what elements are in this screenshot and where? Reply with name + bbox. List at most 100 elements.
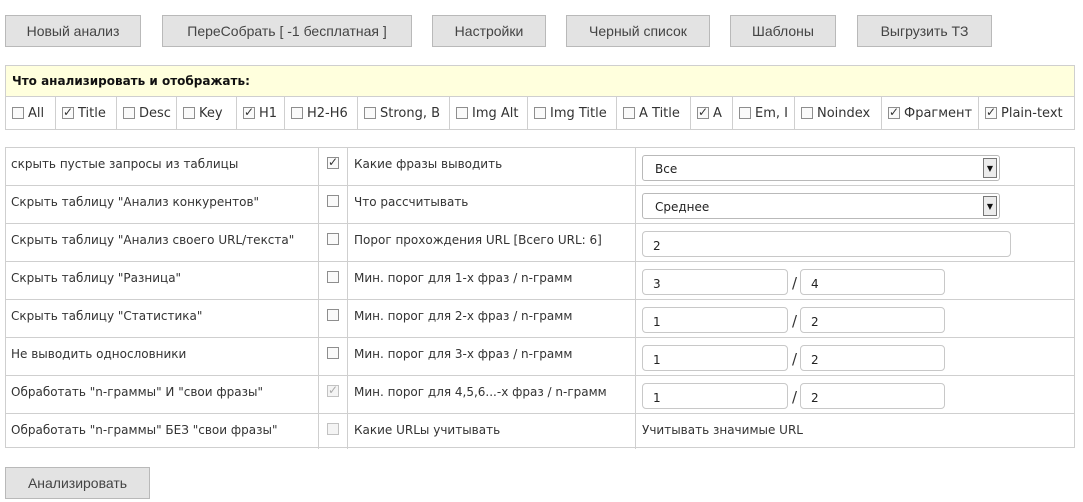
filter-all[interactable]: All [6,97,56,129]
filter-key[interactable]: Key [177,97,237,129]
calculate-select[interactable]: Среднее ▼ [642,193,1000,219]
filter-em-i-checkbox[interactable] [739,107,751,119]
hide-statistics-label: Скрыть таблицу "Статистика" [6,300,319,337]
urls-considered-value: Учитывать значимые URL [642,423,803,437]
min-ngrams-2-input[interactable]: 2 [800,307,945,333]
export-tz-button[interactable]: Выгрузить ТЗ [857,15,992,47]
no-single-words-checkbox[interactable] [327,347,339,359]
filter-all-checkbox[interactable] [12,107,24,119]
filter-desc-checkbox[interactable] [123,107,135,119]
table-row: Обработать "n-граммы" БЕЗ "свои фразы" К… [6,414,1074,449]
filter-all-label: All [28,105,45,121]
blacklist-button[interactable]: Черный список [566,15,710,47]
settings-button[interactable]: Настройки [432,15,546,47]
options-table: скрыть пустые запросы из таблицы Какие ф… [5,147,1075,449]
calculate-value: Среднее [655,200,710,214]
phrases-output-select[interactable]: Все ▼ [642,155,1000,181]
hide-own-url-label: Скрыть таблицу "Анализ своего URL/текста… [6,224,319,261]
no-single-words-label: Не выводить однословники [6,338,319,375]
filter-fragment[interactable]: Фрагмент [882,97,979,129]
table-row: Не выводить однословники Мин. порог для … [6,338,1074,376]
filter-h2-h6-checkbox[interactable] [291,107,303,119]
filter-a-title-label: A Title [639,105,680,121]
filter-strong-b-checkbox[interactable] [364,107,376,119]
analyze-display-panel: Что анализировать и отображать: All Titl… [5,65,1075,130]
filter-noindex-label: Noindex [817,105,871,121]
filter-key-checkbox[interactable] [183,107,195,119]
filter-desc[interactable]: Desc [117,97,177,129]
min-phrases-1-input[interactable]: 3 [642,269,788,295]
url-threshold-input[interactable]: 2 [642,231,1011,257]
filter-plain-text-label: Plain-text [1001,105,1063,121]
filter-h1-checkbox[interactable] [243,104,255,120]
filter-img-alt-checkbox[interactable] [456,107,468,119]
filter-desc-label: Desc [139,105,171,121]
calculate-label: Что рассчитывать [348,186,636,223]
min-ngrams-3-input[interactable]: 2 [800,345,945,371]
filter-plain-text[interactable]: Plain-text [979,97,1074,129]
filter-a-checkbox[interactable] [697,104,709,120]
url-threshold-label: Порог прохождения URL [Всего URL: 6] [348,224,636,261]
filter-fragment-label: Фрагмент [904,105,973,121]
process-ngrams-without-phrases-label: Обработать "n-граммы" БЕЗ "свои фразы" [6,414,319,449]
filter-a-title-checkbox[interactable] [623,107,635,119]
phrases-output-label: Какие фразы выводить [348,148,636,185]
min-phrases-2-input[interactable]: 1 [642,307,788,333]
hide-statistics-checkbox[interactable] [327,309,339,321]
process-ngrams-without-phrases-checkbox[interactable] [327,423,339,435]
hide-own-url-checkbox[interactable] [327,233,339,245]
min-threshold-3-label: Мин. порог для 3-х фраз / n-грамм [348,338,636,375]
filter-key-label: Key [199,105,223,121]
filter-img-alt[interactable]: Img Alt [450,97,528,129]
filter-img-alt-label: Img Alt [472,105,519,121]
min-ngrams-1-input[interactable]: 4 [800,269,945,295]
filter-fragment-checkbox[interactable] [888,104,900,120]
rebuild-button[interactable]: ПереСобрать [ -1 бесплатная ] [162,15,412,47]
min-threshold-2-label: Мин. порог для 2-х фраз / n-грамм [348,300,636,337]
filter-h1[interactable]: H1 [237,97,285,129]
separator: / [792,388,798,406]
filter-plain-text-checkbox[interactable] [985,104,997,120]
filter-img-title-label: Img Title [550,105,607,121]
filter-h2-h6[interactable]: H2-H6 [285,97,358,129]
min-phrases-4plus-input[interactable]: 1 [642,383,788,409]
filter-title-checkbox[interactable] [62,104,74,120]
process-ngrams-and-phrases-checkbox[interactable] [327,382,339,398]
filter-noindex-checkbox[interactable] [801,107,813,119]
filter-noindex[interactable]: Noindex [795,97,882,129]
filter-a-title[interactable]: A Title [617,97,691,129]
phrases-output-value: Все [655,162,678,176]
filter-strong-b-label: Strong, B [380,105,441,121]
filter-img-title[interactable]: Img Title [528,97,617,129]
new-analysis-button[interactable]: Новый анализ [5,15,141,47]
table-row: Скрыть таблицу "Анализ своего URL/текста… [6,224,1074,262]
table-row: Скрыть таблицу "Анализ конкурентов" Что … [6,186,1074,224]
dropdown-arrow-icon[interactable]: ▼ [983,158,997,178]
analyze-display-heading: Что анализировать и отображать: [6,66,1074,97]
dropdown-arrow-icon[interactable]: ▼ [983,196,997,216]
min-ngrams-4plus-input[interactable]: 2 [800,383,945,409]
filter-title[interactable]: Title [56,97,117,129]
hide-competitors-checkbox[interactable] [327,195,339,207]
table-row: скрыть пустые запросы из таблицы Какие ф… [6,148,1074,186]
min-phrases-3-input[interactable]: 1 [642,345,788,371]
filter-em-i-label: Em, I [755,105,788,121]
hide-empty-queries-checkbox[interactable] [327,154,339,170]
min-threshold-1-label: Мин. порог для 1-х фраз / n-грамм [348,262,636,299]
min-threshold-4plus-label: Мин. порог для 4,5,6...-х фраз / n-грамм [348,376,636,413]
filter-a[interactable]: A [691,97,733,129]
filter-strong-b[interactable]: Strong, B [358,97,450,129]
table-row: Скрыть таблицу "Статистика" Мин. порог д… [6,300,1074,338]
hide-competitors-label: Скрыть таблицу "Анализ конкурентов" [6,186,319,223]
separator: / [792,312,798,330]
filter-img-title-checkbox[interactable] [534,107,546,119]
templates-button[interactable]: Шаблоны [730,15,836,47]
filter-em-i[interactable]: Em, I [733,97,795,129]
filter-checkbox-row: All Title Desc Key H1 H2-H6 Strong, B Im… [6,97,1074,129]
hide-difference-label: Скрыть таблицу "Разница" [6,262,319,299]
analyze-button[interactable]: Анализировать [5,467,150,499]
hide-difference-checkbox[interactable] [327,271,339,283]
table-row: Скрыть таблицу "Разница" Мин. порог для … [6,262,1074,300]
filter-a-label: A [713,105,722,121]
hide-empty-queries-label: скрыть пустые запросы из таблицы [6,148,319,185]
